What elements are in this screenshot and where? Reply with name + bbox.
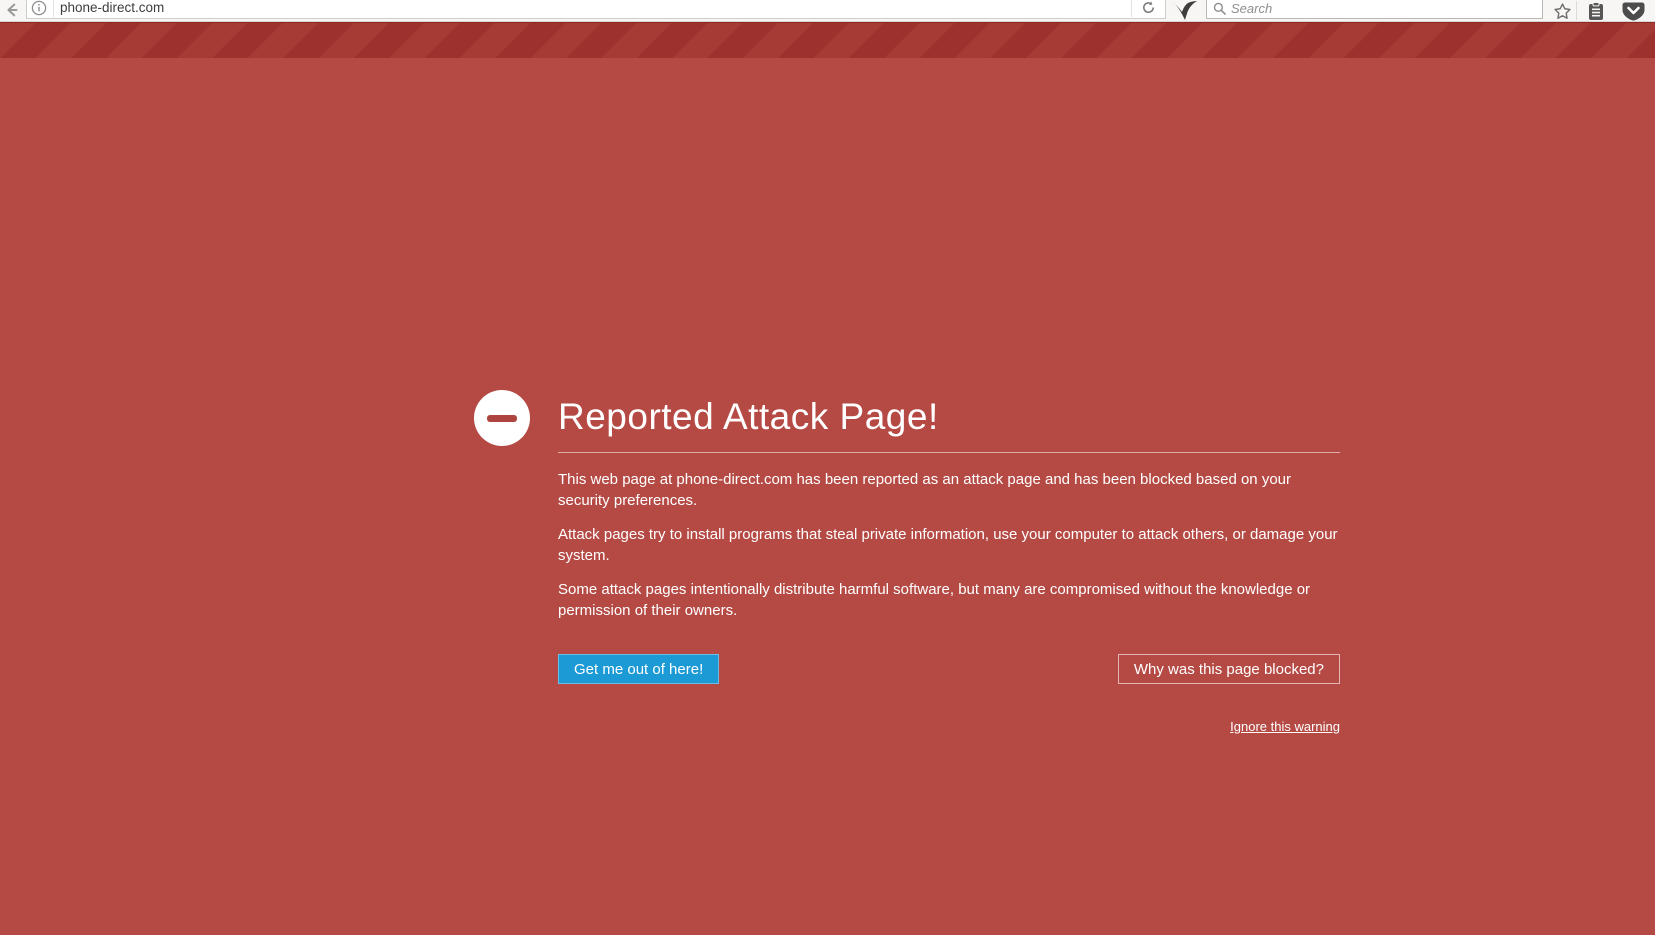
page-info-icon[interactable]: [31, 0, 47, 16]
title-divider: [558, 452, 1340, 453]
reload-icon[interactable]: [1141, 0, 1156, 15]
search-icon: [1213, 2, 1226, 15]
attack-warning-page: Reported Attack Page! This web page at p…: [0, 58, 1655, 935]
warning-header: Reported Attack Page!: [558, 388, 1340, 446]
urlbar-separator: [53, 0, 54, 17]
ignore-warning-row: Ignore this warning: [558, 718, 1340, 736]
browser-toolbar: phone-direct.com: [0, 0, 1655, 22]
pocket-badge-icon[interactable]: [1622, 2, 1645, 21]
minus-circle-icon: [474, 390, 530, 446]
bottom-edge: [0, 935, 1655, 941]
warning-content: Reported Attack Page! This web page at p…: [558, 388, 1340, 736]
hazard-stripe-band: [0, 22, 1655, 58]
urlbar-separator: [1131, 0, 1132, 17]
search-input[interactable]: [1231, 0, 1538, 17]
why-blocked-button[interactable]: Why was this page blocked?: [1118, 654, 1340, 684]
get-me-out-button[interactable]: Get me out of here!: [558, 654, 719, 684]
toolbar-separator: [1576, 1, 1577, 20]
warning-buttons: Get me out of here! Why was this page bl…: [558, 654, 1340, 684]
warning-paragraph-2: Attack pages try to install programs tha…: [558, 524, 1340, 566]
dark-bird-logo-icon: [1171, 0, 1198, 21]
search-box[interactable]: [1206, 0, 1543, 19]
url-bar[interactable]: phone-direct.com: [26, 0, 1166, 19]
page-title: Reported Attack Page!: [558, 388, 939, 446]
bookmark-star-icon[interactable]: [1553, 2, 1572, 21]
warning-paragraphs: This web page at phone-direct.com has be…: [558, 469, 1340, 621]
bookmarks-list-icon[interactable]: [1587, 2, 1605, 21]
back-icon[interactable]: [3, 1, 21, 19]
url-text[interactable]: phone-direct.com: [60, 0, 164, 17]
ignore-warning-link[interactable]: Ignore this warning: [1230, 719, 1340, 734]
warning-paragraph-1: This web page at phone-direct.com has be…: [558, 469, 1340, 511]
warning-paragraph-3: Some attack pages intentionally distribu…: [558, 579, 1340, 621]
